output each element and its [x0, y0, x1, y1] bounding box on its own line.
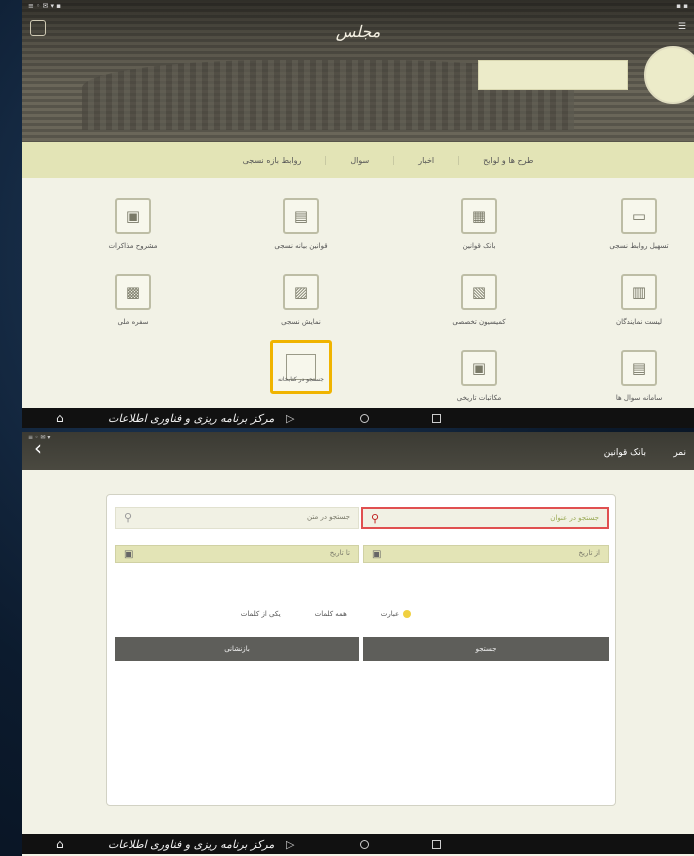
- tile-label: مکاتبات تاریخی: [456, 394, 502, 402]
- tile-label: نمایش نسجی: [281, 318, 321, 326]
- radio-any-word[interactable]: یکی از کلمات: [241, 607, 281, 621]
- tile-label: کمیسیون تخصصی: [452, 318, 506, 326]
- emblem-icon: [30, 20, 46, 36]
- calendar-icon: ▣: [372, 549, 382, 560]
- tile-display[interactable]: ▨ نمایش نسجی: [236, 264, 366, 336]
- radio-any-label: یکی از کلمات: [240, 610, 281, 618]
- calendar-icon: ▣: [124, 549, 134, 560]
- clipboard-icon: ▥: [621, 274, 657, 310]
- tile-label: لیست نمایندگان: [615, 318, 663, 326]
- system-nav-bar: ⌂ مرکز برنامه ریزی و فناوری اطلاعات ▷: [22, 408, 694, 428]
- law-book-icon: ▦: [461, 198, 497, 234]
- radio-all-label: همه کلمات: [314, 610, 347, 618]
- globe-document-icon: ▩: [115, 274, 151, 310]
- date-to-placeholder: تا تاریخ: [329, 549, 350, 557]
- status-bar: ≡ ◦ ✉ ▾ ▪ ▪ ▪: [22, 0, 694, 12]
- system-nav-bar: ⌂ مرکز برنامه ریزی و فناوری اطلاعات ▷: [22, 834, 694, 854]
- user-name-box: [478, 60, 628, 90]
- podium-icon: ▣: [115, 198, 151, 234]
- category-tabs: طرح ها و لوایح اخبار سوال روابط بازه نسج…: [22, 142, 694, 178]
- back-icon[interactable]: ▷: [286, 412, 294, 425]
- tab-relations[interactable]: روابط بازه نسجی: [219, 156, 326, 165]
- book-icon: ▭: [621, 198, 657, 234]
- tile-label: بانک قوانین: [462, 242, 496, 250]
- tile-question-system[interactable]: ▤ سامانه سوال ها: [574, 340, 694, 412]
- signature: مرکز برنامه ریزی و فناوری اطلاعات: [108, 837, 275, 851]
- search-card: ⚲ جستجو در عنوان ⚲ جستجو در متن ▣ از تار…: [106, 494, 616, 806]
- date-from-placeholder: از تاریخ: [578, 549, 600, 557]
- reset-button[interactable]: بازنشانی: [115, 637, 359, 661]
- tile-label: جستجو در کتابخانه: [278, 376, 324, 383]
- radio-exact[interactable]: عبارت: [380, 607, 412, 621]
- tile-label: سامانه سوال ها: [615, 394, 663, 402]
- search-text-placeholder: جستجو در متن: [307, 513, 350, 521]
- tile-history[interactable]: ▣ مکاتبات تاریخی: [414, 340, 544, 412]
- menu-icon[interactable]: نمر: [673, 448, 686, 458]
- match-mode-group: عبارت همه کلمات یکی از کلمات: [107, 607, 615, 621]
- home-icon[interactable]: ⌂: [56, 837, 64, 851]
- app-bar: ≡ ◦ ✉ ▾ ‹ بانک قوانین نمر: [22, 432, 694, 470]
- tile-national[interactable]: ▩ سفره ملی: [68, 264, 198, 336]
- tile-commissions[interactable]: ▧ کمیسیون تخصصی: [414, 264, 544, 336]
- avatar[interactable]: [644, 46, 694, 104]
- tile-label: قوانین بیانه نسجی: [274, 242, 328, 250]
- status-icons-left: ≡ ◦ ✉ ▾ ▪: [28, 2, 62, 10]
- page-title: بانک قوانین: [603, 448, 646, 458]
- tile-label: مشروح مذاکرات: [108, 242, 158, 250]
- app-logo: مجلس: [335, 22, 381, 41]
- tile-relations[interactable]: ▭ تسهیل روابط نسجی: [574, 188, 694, 260]
- search-text-input[interactable]: ⚲ جستجو در متن: [115, 507, 359, 529]
- monitor-icon: ▨: [283, 274, 319, 310]
- services-grid: ▭ تسهیل روابط نسجی ▦ بانک قوانین ▤ قوانی…: [22, 178, 694, 408]
- contacts-icon: ▤: [621, 350, 657, 386]
- home-screen: ≡ ◦ ✉ ▾ ▪ ▪ ▪ مجلس ☰ طرح ها و لوایح اخبا…: [22, 0, 694, 428]
- home-icon[interactable]: ⌂: [56, 411, 64, 425]
- recents-icon[interactable]: [432, 413, 441, 423]
- home-circle-icon[interactable]: [360, 839, 369, 849]
- library-icon: [270, 340, 332, 394]
- tile-label: سفره ملی: [117, 318, 149, 326]
- search-icon: ⚲: [371, 512, 380, 525]
- tile-library-search[interactable]: جستجو در کتابخانه: [236, 340, 366, 412]
- tab-questions[interactable]: سوال: [325, 155, 393, 165]
- recents-icon[interactable]: [432, 839, 441, 849]
- tile-minutes[interactable]: ▣ مشروح مذاکرات: [68, 188, 198, 260]
- search-button[interactable]: جستجو: [363, 637, 609, 661]
- law-bank-screen: ≡ ◦ ✉ ▾ ‹ بانک قوانین نمر ⚲ جستجو در عنو…: [22, 432, 694, 856]
- folder-icon: ▧: [461, 274, 497, 310]
- tile-label: تسهیل روابط نسجی: [609, 242, 669, 250]
- signature: مرکز برنامه ریزی و فناوری اطلاعات: [108, 411, 275, 425]
- home-circle-icon[interactable]: [360, 413, 369, 423]
- archive-icon: ▣: [461, 350, 497, 386]
- search-title-placeholder: جستجو در عنوان: [550, 514, 599, 522]
- radio-all-words[interactable]: همه کلمات: [315, 607, 347, 621]
- search-title-input[interactable]: ⚲ جستجو در عنوان: [361, 507, 609, 529]
- status-icons-right: ▪ ▪: [676, 2, 688, 10]
- back-arrow-icon[interactable]: ‹: [34, 438, 42, 458]
- document-icon: ▤: [283, 198, 319, 234]
- radio-exact-label: عبارت: [380, 610, 400, 618]
- radio-selected-icon: [403, 610, 412, 618]
- back-icon[interactable]: ▷: [286, 838, 294, 851]
- tile-laws[interactable]: ▤ قوانین بیانه نسجی: [236, 188, 366, 260]
- tile-law-bank[interactable]: ▦ بانک قوانین: [414, 188, 544, 260]
- tile-representatives[interactable]: ▥ لیست نمایندگان: [574, 264, 694, 336]
- menu-icon[interactable]: ☰: [678, 22, 686, 32]
- date-from-input[interactable]: ▣ از تاریخ: [363, 545, 609, 563]
- search-icon: ⚲: [124, 511, 133, 524]
- date-to-input[interactable]: ▣ تا تاریخ: [115, 545, 359, 563]
- tab-bills[interactable]: طرح ها و لوایح: [458, 155, 557, 165]
- tab-news[interactable]: اخبار: [393, 155, 458, 165]
